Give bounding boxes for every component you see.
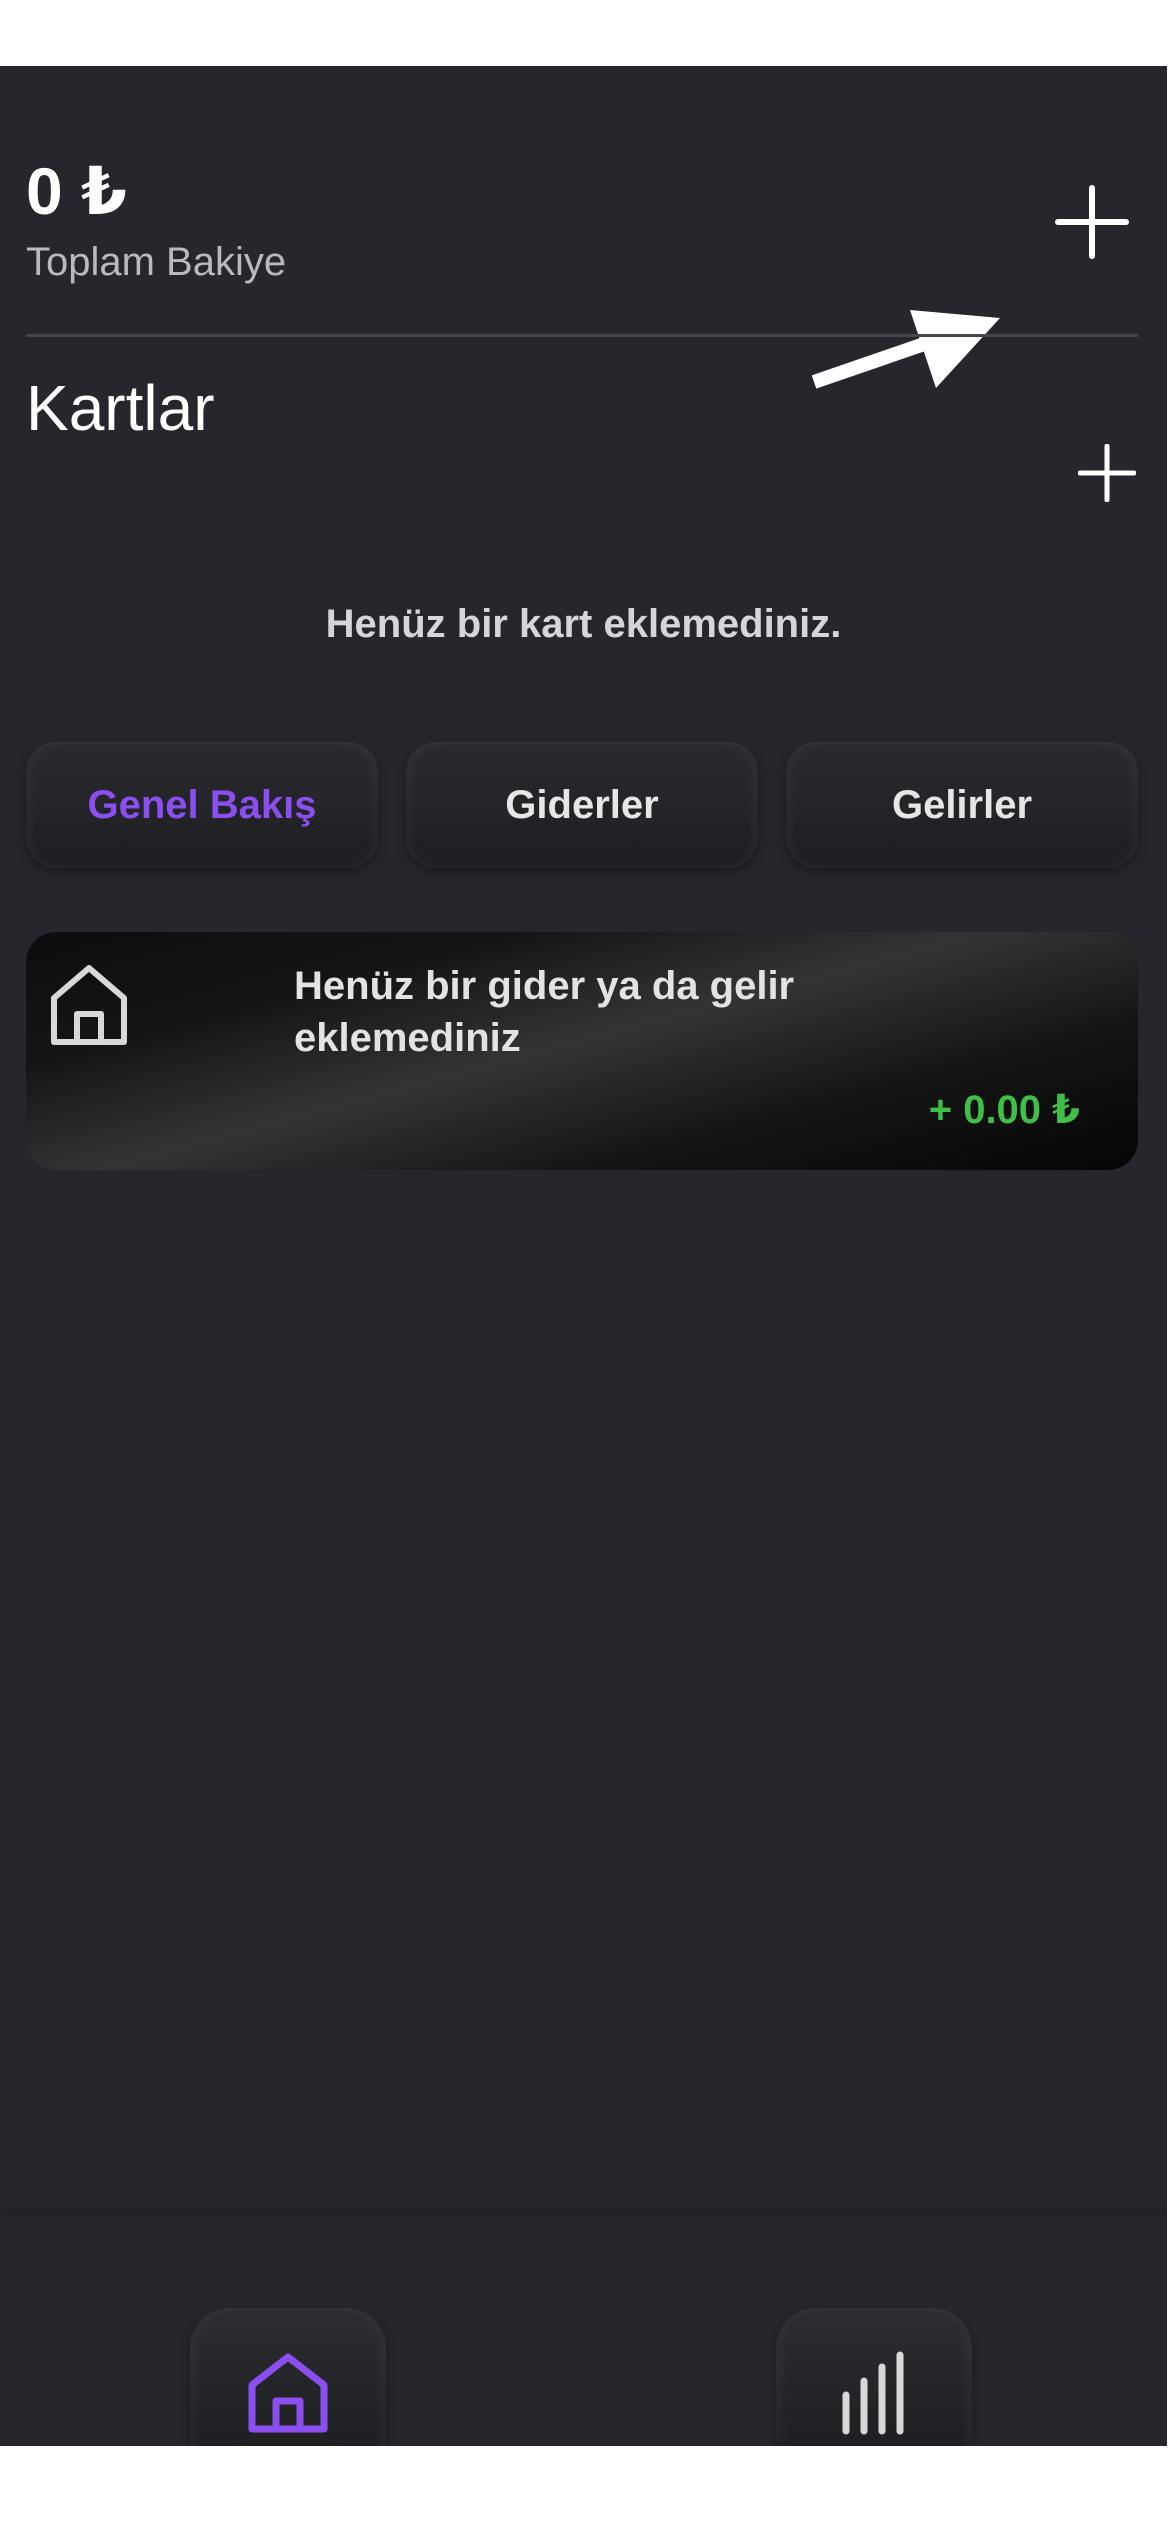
plus-icon xyxy=(1055,185,1129,259)
bar-chart-icon xyxy=(842,2351,904,2435)
bottom-navigation xyxy=(0,2216,1167,2446)
add-button[interactable] xyxy=(1054,184,1130,260)
add-card-button[interactable] xyxy=(1077,443,1137,503)
total-balance-amount: 0 ₺ xyxy=(26,154,127,228)
total-balance-label: Toplam Bakiye xyxy=(26,240,287,284)
annotation-arrow-icon xyxy=(811,310,1000,389)
tab-incomes[interactable]: Gelirler xyxy=(786,742,1138,868)
tab-overview[interactable]: Genel Bakış xyxy=(26,742,378,868)
app-screen: 0 ₺ Toplam Bakiye Kartlar Henüz bir kart… xyxy=(0,66,1167,2446)
nav-statistics-button[interactable] xyxy=(776,2308,972,2446)
transaction-amount: + 0.00 ₺ xyxy=(928,1088,1080,1132)
header-divider xyxy=(26,334,1138,337)
cards-empty-message: Henüz bir kart eklemediniz. xyxy=(325,602,842,646)
home-icon xyxy=(51,965,127,1045)
transaction-empty-message: Henüz bir gider ya da gelir eklemediniz xyxy=(294,964,795,1060)
home-icon xyxy=(248,2353,328,2433)
nav-home-button[interactable] xyxy=(190,2308,386,2446)
cards-section-title: Kartlar xyxy=(26,372,215,444)
tab-expenses[interactable]: Giderler xyxy=(406,742,758,868)
plus-icon xyxy=(1077,443,1137,503)
transaction-card[interactable]: Henüz bir gider ya da gelir eklemediniz … xyxy=(26,932,1138,1170)
